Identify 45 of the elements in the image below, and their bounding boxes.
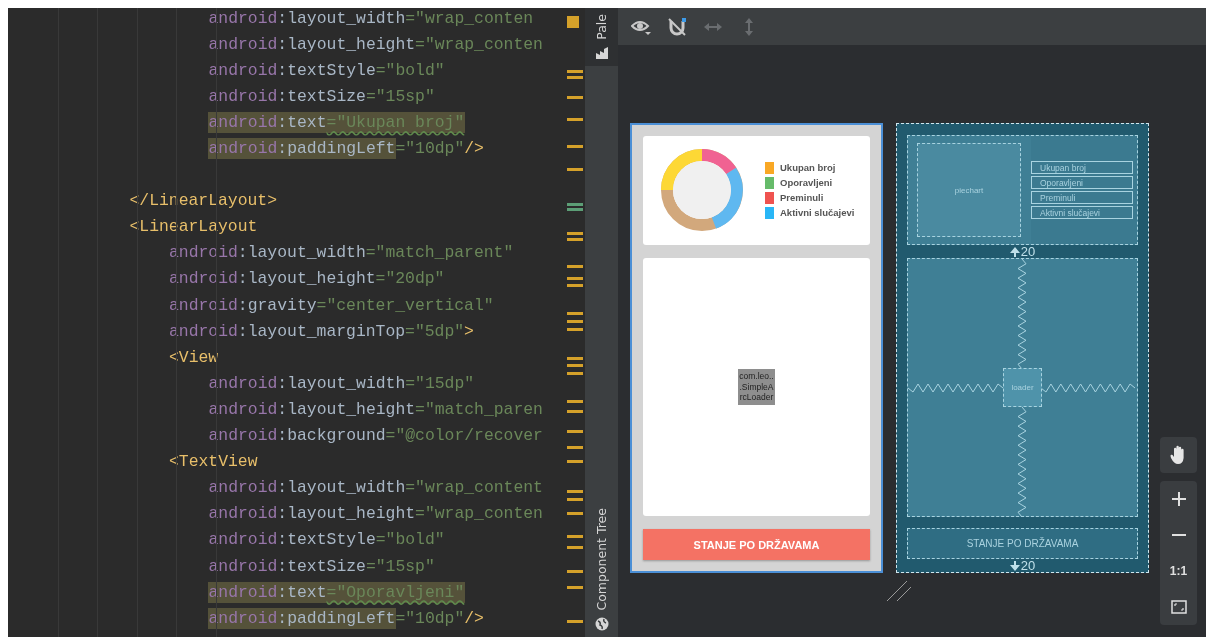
arrow-up-icon: [1009, 246, 1020, 257]
blueprint-loader: loader: [1003, 368, 1042, 408]
blueprint-legend-label: Ukupan broj: [1031, 161, 1133, 175]
code-line: android:layout_height="wrap_conten: [208, 34, 543, 54]
vertical-arrows-icon: [744, 16, 754, 37]
code-line: android:textStyle="bold": [208, 60, 445, 80]
globe-icon: [594, 617, 609, 631]
code-line: android:textSize="15sp": [208, 86, 435, 106]
design-preview[interactable]: Ukupan broj Oporavljeni Preminuli Aktivni slučajevi com.leo.. .SimpleA rcLoader STANJE PO DRŽAVAMA: [630, 123, 883, 573]
loader-placeholder: com.leo.. .SimpleA rcLoader: [738, 369, 775, 405]
code-line: android:paddingLeft="10dp"/>: [208, 608, 484, 628]
component-tree-tab[interactable]: Component Tree: [585, 502, 618, 637]
arrow-down-icon: [1009, 560, 1020, 571]
code-line: <TextView: [169, 452, 258, 472]
code-line: android:paddingLeft="10dp"/>: [208, 139, 484, 158]
code-line: android:layout_width="wrap_conten: [208, 8, 534, 28]
code-line: android:layout_width="wrap_content: [208, 478, 543, 498]
blueprint-legend-label: Aktivni slučajevi: [1031, 206, 1133, 220]
code-line: android:background="@color/recover: [208, 426, 543, 446]
legend-label: Ukupan broj: [780, 162, 836, 174]
resize-handle-icon[interactable]: [886, 580, 912, 602]
code-line: android:layout_height="match_paren: [208, 399, 543, 419]
toolbar-button[interactable]: [666, 15, 688, 38]
margin-label: 20: [1020, 245, 1036, 259]
blueprint-legend-label: Preminuli: [1031, 191, 1133, 205]
plus-icon: [1171, 492, 1186, 506]
blueprint-legend-label: Oporavljeni: [1031, 176, 1133, 190]
magnet-off-icon: [667, 16, 687, 37]
code-line: android:textStyle="bold": [208, 530, 445, 550]
margin-label: 20: [1020, 559, 1036, 572]
fit-screen-icon: [1170, 600, 1187, 614]
blueprint-view[interactable]: piechart Ukupan broj Oporavljeni Preminuli Aktivni slučajevi 20 loader STANJE PO DRŽAVAMA 20: [896, 123, 1149, 573]
blueprint-button: STANJE PO DRŽAVAMA: [907, 528, 1138, 559]
code-line: android:layout_height="wrap_conten: [208, 504, 543, 524]
legend-label: Preminuli: [780, 192, 824, 204]
legend-label: Oporavljeni: [780, 177, 833, 189]
minus-icon: [1171, 534, 1186, 536]
code-line: android:textSize="15sp": [208, 556, 435, 576]
horizontal-arrows-icon: [703, 21, 723, 32]
code-line: android:layout_width="15dp": [208, 373, 475, 393]
code-line: </LinearLayout>: [129, 191, 278, 211]
code-line: <LinearLayout: [129, 217, 258, 237]
palette-tab[interactable]: Pale: [585, 8, 618, 66]
legend-label: Aktivni slučajevi: [780, 207, 855, 219]
blueprint-piechart: piechart: [917, 143, 1021, 238]
